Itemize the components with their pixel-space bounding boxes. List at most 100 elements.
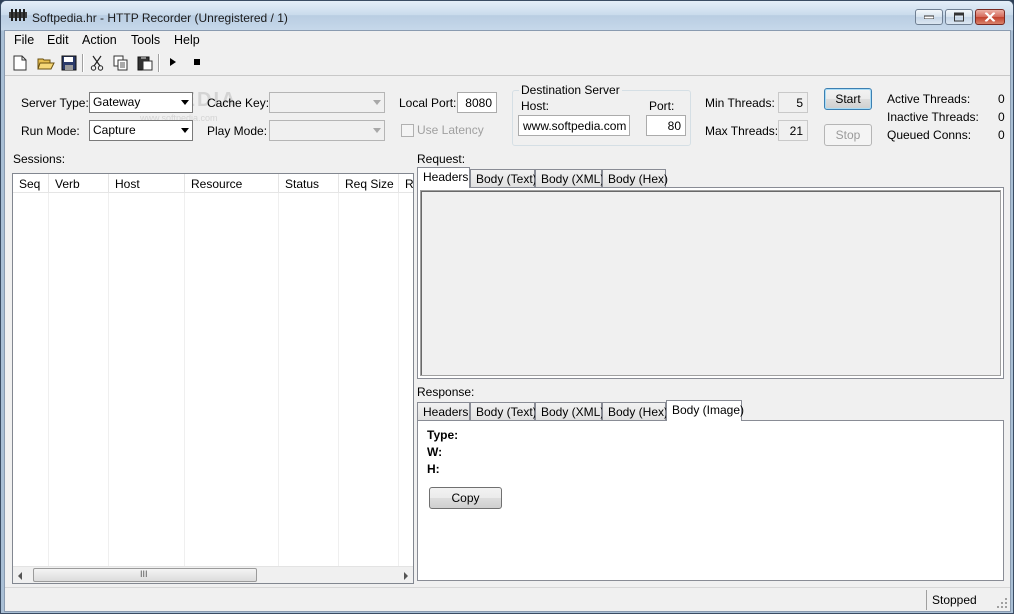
response-tab-body-text[interactable]: Body (Text) [470, 402, 537, 420]
open-icon [37, 58, 55, 70]
column-header-resource[interactable]: Resource [185, 174, 279, 193]
chevron-down-icon [373, 128, 381, 133]
request-tab-body-xml[interactable]: Body (XML) [535, 169, 604, 187]
min-threads-label: Min Threads: [705, 96, 775, 110]
use-latency-label: Use Latency [417, 123, 484, 137]
local-port-label: Local Port: [399, 96, 457, 110]
save-button[interactable] [59, 53, 79, 73]
server-type-value: Gateway [93, 95, 141, 109]
toolbar [5, 50, 1010, 76]
app-icon [9, 9, 27, 21]
menu-tools[interactable]: Tools [131, 33, 160, 47]
paste-button[interactable] [135, 53, 155, 73]
min-threads-input[interactable]: 5 [778, 92, 808, 113]
image-width-label: W: [427, 445, 443, 459]
menu-edit[interactable]: Edit [47, 33, 69, 47]
request-panel [417, 187, 1004, 379]
request-tab-body-text[interactable]: Body (Text) [470, 169, 537, 187]
run-mode-value: Capture [93, 123, 136, 137]
menu-file[interactable]: File [14, 33, 34, 47]
response-tab-headers[interactable]: Headers [417, 402, 470, 420]
sessions-header: Seq Verb Host Resource Status Req Size R [13, 174, 413, 193]
column-header-seq[interactable]: Seq [13, 174, 49, 193]
play-mode-select[interactable] [269, 120, 385, 141]
status-text: Stopped [926, 590, 977, 610]
client-area: File Edit Action Tools Help www.softpedi… [4, 30, 1011, 612]
response-tab-body-image[interactable]: Body (Image) [666, 400, 744, 421]
max-threads-label: Max Threads: [705, 124, 779, 138]
chevron-down-icon [181, 100, 189, 105]
open-button[interactable] [35, 53, 55, 73]
copy-button[interactable]: Copy [429, 487, 502, 509]
maximize-button[interactable] [945, 9, 973, 25]
sessions-list[interactable]: Seq Verb Host Resource Status Req Size R… [12, 173, 414, 584]
stop-button-toolbar[interactable] [188, 53, 208, 73]
scroll-left-icon[interactable] [18, 572, 22, 580]
play-button[interactable] [164, 53, 184, 73]
active-threads-label: Active Threads: [887, 92, 971, 106]
column-header-req-size[interactable]: Req Size [339, 174, 399, 193]
chevron-down-icon [373, 100, 381, 105]
chevron-down-icon [181, 128, 189, 133]
host-input[interactable]: www.softpedia.com [518, 115, 630, 136]
close-button[interactable] [975, 9, 1005, 25]
request-tabs: Headers Body (Text) Body (XML) Body (Hex… [417, 167, 1007, 188]
resize-grip-icon[interactable] [997, 598, 1008, 609]
column-header-status[interactable]: Status [279, 174, 339, 193]
local-port-input[interactable]: 8080 [457, 92, 497, 113]
use-latency-checkbox[interactable] [401, 124, 414, 137]
start-button[interactable]: Start [824, 88, 872, 110]
scroll-thumb[interactable]: III [33, 568, 257, 582]
copy-button[interactable] [111, 53, 131, 73]
column-header-host[interactable]: Host [109, 174, 185, 193]
column-header-r[interactable]: R [399, 174, 413, 193]
port-input[interactable]: 80 [646, 115, 686, 136]
copy-icon [113, 55, 128, 71]
minimize-icon [924, 15, 934, 19]
save-icon [61, 55, 77, 71]
stop-button[interactable]: Stop [824, 124, 872, 146]
stop-icon [194, 59, 200, 65]
menu-help[interactable]: Help [174, 33, 200, 47]
play-icon [170, 58, 176, 66]
queued-conns-label: Queued Conns: [887, 128, 972, 142]
queued-conns-value: 0 [998, 128, 1005, 142]
server-type-select[interactable]: Gateway [89, 92, 193, 113]
close-icon [984, 12, 996, 22]
active-threads-value: 0 [998, 92, 1005, 106]
maximize-icon [954, 12, 964, 22]
scroll-right-icon[interactable] [404, 572, 408, 580]
window-title: Softpedia.hr - HTTP Recorder (Unregister… [32, 11, 288, 25]
response-tabs: Headers Body (Text) Body (XML) Body (Hex… [417, 400, 1007, 421]
request-tab-headers[interactable]: Headers [417, 167, 470, 188]
title-bar[interactable]: Softpedia.hr - HTTP Recorder (Unregister… [1, 1, 1013, 30]
server-type-label: Server Type: [21, 96, 89, 110]
request-headers-view[interactable] [420, 190, 1001, 376]
app-window: Softpedia.hr - HTTP Recorder (Unregister… [0, 0, 1014, 614]
sessions-label: Sessions: [13, 152, 66, 166]
response-panel: Type: W: H: Copy [417, 420, 1004, 581]
destination-server-label: Destination Server [519, 83, 622, 97]
scroll-grip: III [140, 569, 148, 579]
response-tab-body-xml[interactable]: Body (XML) [535, 402, 604, 420]
run-mode-label: Run Mode: [21, 124, 80, 138]
run-mode-select[interactable]: Capture [89, 120, 193, 141]
request-tab-body-hex[interactable]: Body (Hex) [602, 169, 668, 187]
new-button[interactable] [11, 53, 31, 73]
port-label: Port: [649, 99, 675, 113]
play-mode-label: Play Mode: [207, 124, 268, 138]
image-type-label: Type: [427, 428, 459, 442]
status-bar: Stopped [5, 587, 1010, 611]
cache-key-select[interactable] [269, 92, 385, 113]
menu-action[interactable]: Action [82, 33, 117, 47]
cut-icon [90, 55, 104, 71]
column-header-verb[interactable]: Verb [49, 174, 109, 193]
max-threads-input[interactable]: 21 [778, 120, 808, 141]
cut-button[interactable] [88, 53, 108, 73]
paste-icon [137, 56, 153, 71]
request-label: Request: [417, 152, 466, 166]
minimize-button[interactable] [915, 9, 943, 25]
sessions-horizontal-scrollbar[interactable]: III [13, 566, 413, 583]
response-label: Response: [417, 385, 475, 399]
response-tab-body-hex[interactable]: Body (Hex) [602, 402, 668, 420]
